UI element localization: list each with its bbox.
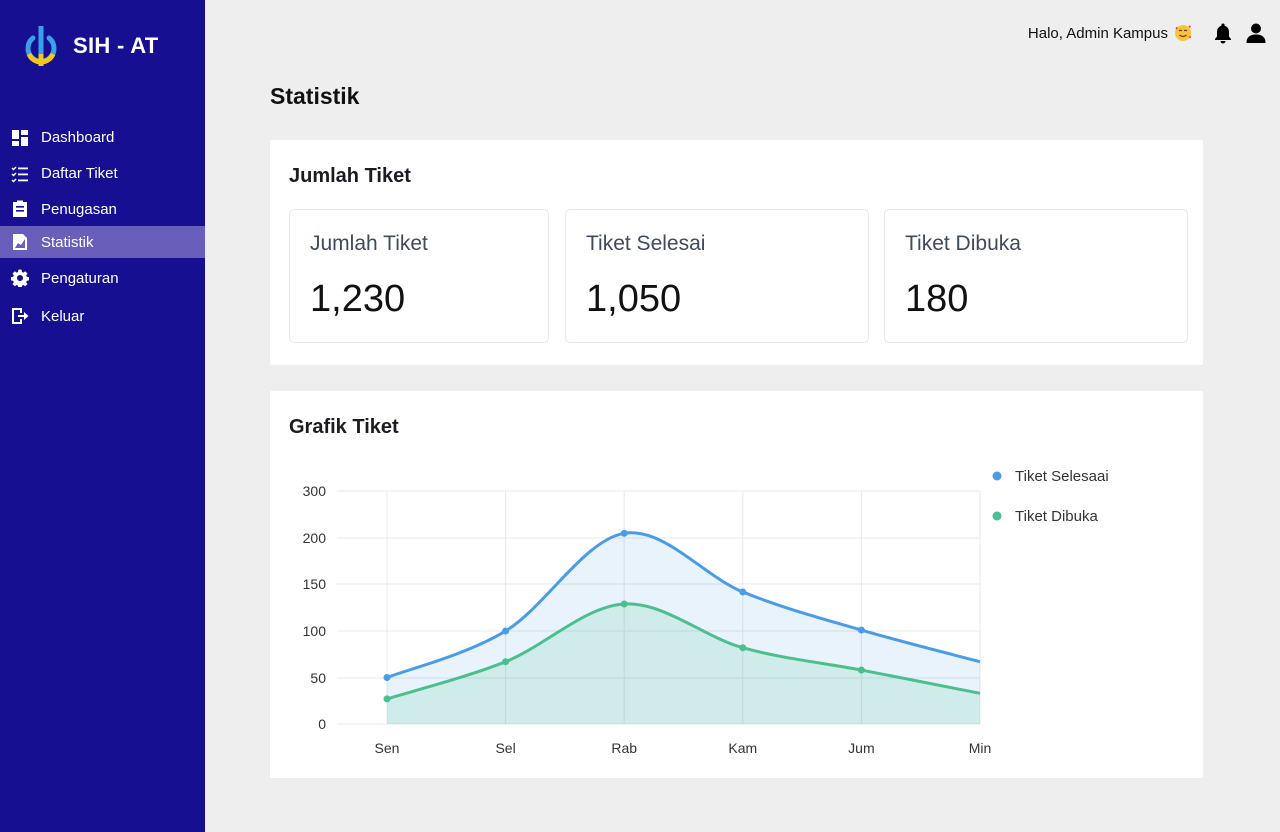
x-tick-label: Sen: [375, 740, 400, 756]
x-tick-label: Sel: [495, 740, 515, 756]
data-point: [857, 666, 865, 674]
stat-label: Tiket Dibuka: [905, 232, 1021, 255]
sidebar: SIH - AT Dashboard Daftar Tiket Penugasa…: [0, 0, 205, 832]
data-point: [383, 674, 391, 681]
x-tick-label: Jum: [848, 740, 874, 756]
greeting-text: Halo, Admin Kampus: [1027, 24, 1168, 42]
legend-marker: [992, 511, 1002, 521]
sidebar-nav: Dashboard Daftar Tiket Penugasan Statist…: [0, 120, 205, 334]
checklist-icon: [10, 164, 30, 184]
sidebar-item-penugasan[interactable]: Penugasan: [0, 192, 205, 226]
sidebar-item-label: Pengaturan: [41, 269, 119, 287]
legend-marker: [992, 471, 1002, 481]
brand-name: SIH - AT: [73, 33, 159, 58]
dashboard-icon: [10, 128, 30, 148]
y-tick-label: 100: [303, 623, 327, 639]
data-point: [383, 695, 391, 703]
chart-card: Grafik Tiket 0 50 100 150 200 300 Sen Sel Rab Kam…: [270, 391, 1203, 778]
x-tick-label: Kam: [728, 740, 757, 756]
stat-value: 180: [905, 278, 969, 320]
legend-label: Tiket Dibuka: [1015, 508, 1098, 525]
data-point: [502, 627, 510, 635]
sidebar-item-label: Dashboard: [41, 129, 115, 146]
x-tick-label: Min: [969, 740, 992, 756]
stat-card-tiket-dibuka: Tiket Dibuka 180: [884, 209, 1188, 343]
summary-card: Jumlah Tiket Jumlah Tiket 1,230 Tiket Se…: [270, 140, 1203, 365]
sidebar-item-label: Daftar Tiket: [41, 165, 118, 182]
y-tick-label: 150: [303, 576, 327, 592]
summary-card-title: Jumlah Tiket: [289, 165, 411, 187]
data-point: [502, 658, 510, 666]
ticket-line-chart: 0 50 100 150 200 300 Sen Sel Rab Kam Jum Min Tiket S…: [303, 468, 1109, 756]
brand[interactable]: SIH - AT: [22, 24, 159, 68]
sidebar-item-label: Statistik: [41, 233, 94, 251]
assignment-icon: [10, 199, 30, 219]
data-point: [857, 626, 865, 634]
sidebar-item-label: Penugasan: [41, 200, 117, 218]
stat-value: 1,050: [586, 278, 682, 320]
stat-card-jumlah-tiket: Jumlah Tiket 1,230: [289, 209, 549, 343]
data-point: [739, 644, 747, 652]
legend-label: Tiket Selesaai: [1015, 468, 1109, 485]
y-tick-label: 200: [303, 530, 327, 546]
topbar: Halo, Admin Kampus: [1028, 20, 1268, 46]
x-tick-label: Rab: [611, 740, 637, 756]
data-point: [739, 588, 747, 596]
sidebar-item-dashboard[interactable]: Dashboard: [0, 120, 205, 155]
sidebar-item-daftar-tiket[interactable]: Daftar Tiket: [0, 155, 205, 192]
sidebar-item-keluar[interactable]: Keluar: [0, 298, 205, 334]
y-tick-label: 0: [318, 716, 326, 732]
y-tick-label: 300: [303, 483, 327, 499]
bell-icon[interactable]: [1211, 21, 1235, 45]
smiling-face-with-hearts-icon: [1175, 25, 1192, 41]
logout-icon: [10, 306, 30, 326]
data-point: [620, 600, 628, 608]
y-tick-label: 50: [310, 670, 326, 686]
stat-label: Jumlah Tiket: [310, 232, 428, 255]
sidebar-item-pengaturan[interactable]: Pengaturan: [0, 258, 205, 298]
gear-icon: [10, 268, 30, 288]
stat-card-tiket-selesai: Tiket Selesai 1,050: [565, 209, 869, 343]
data-point: [620, 529, 628, 537]
user-icon[interactable]: [1244, 21, 1268, 45]
sidebar-item-statistik[interactable]: Statistik: [0, 226, 205, 258]
page-title: Statistik: [270, 83, 360, 109]
stat-label: Tiket Selesai: [586, 232, 706, 255]
stat-value: 1,230: [310, 278, 406, 320]
sidebar-item-label: Keluar: [41, 307, 85, 325]
logo-icon: [25, 26, 57, 66]
chart-icon: [10, 232, 30, 252]
